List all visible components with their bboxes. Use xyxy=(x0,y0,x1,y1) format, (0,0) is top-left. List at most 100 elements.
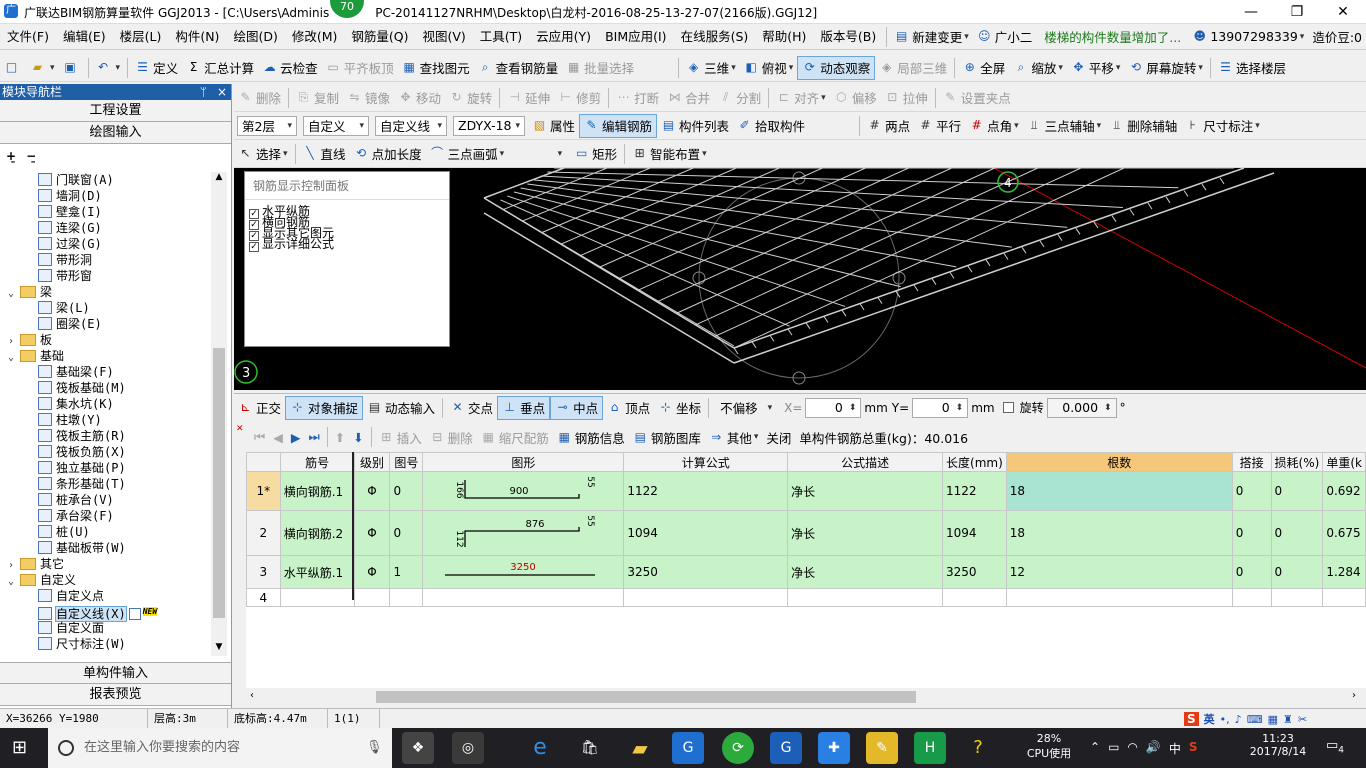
view-rebar-button[interactable]: ⌕ 查看钢筋量 xyxy=(474,56,563,80)
keyboard-icon[interactable]: ⌨ xyxy=(1247,713,1263,726)
tree-item[interactable]: 门联窗(A) xyxy=(38,172,114,188)
cell-formula-desc[interactable]: 净长 xyxy=(787,471,944,511)
dimension-button[interactable]: ⊦ 尺寸标注 ▾ xyxy=(1181,114,1264,138)
line-button[interactable]: ╲ 直线 xyxy=(299,142,350,166)
tree-item[interactable]: 墙洞(D) xyxy=(38,188,102,204)
split-button[interactable]: ⫽ 分割 xyxy=(714,86,765,110)
pick-component-button[interactable]: ✐ 拾取构件 xyxy=(733,114,809,138)
cell-formula[interactable]: 1122 xyxy=(623,471,789,511)
close-pane-icon[interactable]: ✕ xyxy=(236,424,244,434)
select-floor-button[interactable]: ☰ 选择楼层 xyxy=(1214,56,1290,80)
extend-button[interactable]: ⊣ 延伸 xyxy=(503,86,554,110)
object-snap-button[interactable]: ⊹ 对象捕捉 xyxy=(285,395,364,420)
copy-button[interactable]: ⎘ 复制 xyxy=(292,86,343,110)
merge-button[interactable]: ⋈ 合并 xyxy=(663,86,714,110)
tree-folder[interactable]: › 其它 xyxy=(8,556,64,572)
tree-item[interactable]: 自定义面 xyxy=(38,620,104,636)
intersection-snap-button[interactable]: ✕ 交点 xyxy=(446,396,497,420)
floor-select[interactable]: 第2层 ▾ xyxy=(237,115,297,136)
last-row-button[interactable]: ⏭ xyxy=(305,425,324,449)
drawing-input-button[interactable]: 绘图输入 xyxy=(0,122,231,144)
header-formula-desc[interactable]: 公式描述 xyxy=(787,452,944,472)
scroll-thumb[interactable] xyxy=(213,348,225,618)
rotate-button[interactable]: ↻ 旋转 xyxy=(445,86,496,110)
cell-length[interactable] xyxy=(942,588,1007,607)
cell-lap[interactable]: 0 xyxy=(1231,510,1272,556)
row-number[interactable]: 3 xyxy=(246,555,281,589)
two-points-button[interactable]: # 两点 xyxy=(863,114,914,138)
tree-item[interactable]: 筏板主筋(R) xyxy=(38,428,126,444)
sum-calc-button[interactable]: Σ 汇总计算 xyxy=(182,56,258,80)
midpoint-snap-button[interactable]: ⊸ 中点 xyxy=(550,395,604,420)
menu-draw[interactable]: 绘图(D) xyxy=(226,24,284,50)
tree-item[interactable]: 梁(L) xyxy=(38,300,90,316)
topview-button[interactable]: ◧ 俯视 ▾ xyxy=(740,56,798,80)
rebar-library-button[interactable]: ▤ 钢筋图库 xyxy=(629,425,705,449)
batch-select-button[interactable]: ▦ 批量选择 xyxy=(562,56,638,80)
smart-layout-button[interactable]: ⊞ 智能布置 ▾ xyxy=(628,142,711,166)
header-length[interactable]: 长度(mm) xyxy=(942,452,1007,472)
cell-fig-no[interactable]: 0 xyxy=(389,471,424,511)
notification-center-icon[interactable]: ▭4 xyxy=(1326,738,1344,756)
three-point-aux-button[interactable]: ⫫ 三点辅轴 ▾ xyxy=(1023,114,1106,138)
table-row[interactable]: 1* 横向钢筋.1 Φ 0 900 166 55 1122 净长 1122 18… xyxy=(246,471,1366,511)
edge-icon[interactable]: e xyxy=(524,732,556,764)
delete-aux-button[interactable]: ⫫ 删除辅轴 xyxy=(1105,114,1181,138)
flush-top-button[interactable]: ▭ 平齐板顶 xyxy=(322,56,398,80)
header-count[interactable]: 根数 xyxy=(1005,452,1233,472)
cell-length[interactable]: 1094 xyxy=(942,510,1007,556)
point-length-button[interactable]: ⟲ 点加长度 xyxy=(350,142,426,166)
tree-item[interactable]: 过梁(G) xyxy=(38,236,102,252)
cloud-check-button[interactable]: ☁ 云检查 xyxy=(258,56,322,80)
tree-scrollbar[interactable]: ▲ ▼ xyxy=(211,172,227,656)
notice-text[interactable]: 楼梯的构件数量增加了... xyxy=(1040,25,1188,49)
ime-toolbar[interactable]: S 英 •, ♪ ⌨ ▦ ♜ ✂ xyxy=(1184,710,1307,728)
minimize-button[interactable]: — xyxy=(1228,0,1274,24)
edit-rebar-button[interactable]: ✎ 编辑钢筋 xyxy=(579,113,658,138)
tools-icon[interactable]: ✂ xyxy=(1298,713,1307,726)
app-icon-browser-1[interactable]: ◎ xyxy=(452,732,484,764)
glodon-icon-1[interactable]: G xyxy=(672,732,704,764)
cell-count[interactable]: 18 xyxy=(1005,510,1233,556)
cell-grade[interactable]: Φ xyxy=(353,555,391,589)
category-select[interactable]: 自定义 ▾ xyxy=(303,115,369,136)
cell-count[interactable]: 12 xyxy=(1005,555,1233,589)
cell-formula[interactable] xyxy=(623,588,789,607)
account-button[interactable]: ☻ 13907298339 ▾ xyxy=(1188,25,1308,49)
cell-loss[interactable]: 0 xyxy=(1270,510,1324,556)
checkbox-show-detail-formula[interactable]: ✓ 显示详细公式 xyxy=(245,238,449,252)
break-button[interactable]: ⋯ 打断 xyxy=(612,86,663,110)
volume-icon[interactable]: 🔊 xyxy=(1146,740,1161,757)
local3d-button[interactable]: ◈ 局部三维 xyxy=(875,56,951,80)
cell-fig-no[interactable]: 0 xyxy=(389,510,424,556)
spreadsheet-icon[interactable]: H xyxy=(914,732,946,764)
cell-lap[interactable] xyxy=(1231,588,1272,607)
glodon-icon-2[interactable]: G xyxy=(770,732,802,764)
menu-help[interactable]: 帮助(H) xyxy=(755,24,813,50)
move-up-button[interactable]: ⬆ xyxy=(331,425,349,449)
shirt-icon[interactable]: ♜ xyxy=(1283,713,1293,726)
open-button[interactable]: ▰ ▾ xyxy=(26,56,59,80)
table-row[interactable]: 2 横向钢筋.2 Φ 0 876 112 55 1094 净长 1094 18 … xyxy=(246,510,1366,556)
delete-button[interactable]: ✎ 删除 xyxy=(234,86,285,110)
expand-all-icon[interactable]: +̱ xyxy=(6,149,16,163)
glodon-active-icon[interactable]: ✚ xyxy=(818,732,850,764)
component-name-select[interactable]: ZDYX-18 ▾ xyxy=(453,115,525,136)
rebar-info-button[interactable]: ▦ 钢筋信息 xyxy=(553,425,629,449)
cell-grade[interactable] xyxy=(353,588,391,607)
perpendicular-snap-button[interactable]: ⊥ 垂点 xyxy=(497,395,551,420)
tree-item[interactable]: 带形洞 xyxy=(38,252,92,268)
tree-item[interactable]: 壁龛(I) xyxy=(38,204,102,220)
type-select[interactable]: 自定义线 ▾ xyxy=(375,115,447,136)
single-input-button[interactable]: 单构件输入 xyxy=(0,662,231,684)
grid-h-scrollbar[interactable]: ‹ › xyxy=(246,688,1366,706)
file-explorer-icon[interactable]: ▰ xyxy=(624,732,656,764)
set-grip-button[interactable]: ✎ 设置夹点 xyxy=(939,86,1015,110)
chevron-down-icon[interactable]: ⌄ xyxy=(8,574,20,590)
cpu-meter[interactable]: 28% CPU使用 xyxy=(1022,732,1076,761)
header-unit-weight[interactable]: 单重(k xyxy=(1322,452,1366,472)
header-grade[interactable]: 级别 xyxy=(353,452,391,472)
move-down-button[interactable]: ⬇ xyxy=(349,425,367,449)
network-icon[interactable]: ▭ xyxy=(1108,740,1119,757)
cell-bar-no[interactable]: 横向钢筋.2 xyxy=(279,510,355,556)
